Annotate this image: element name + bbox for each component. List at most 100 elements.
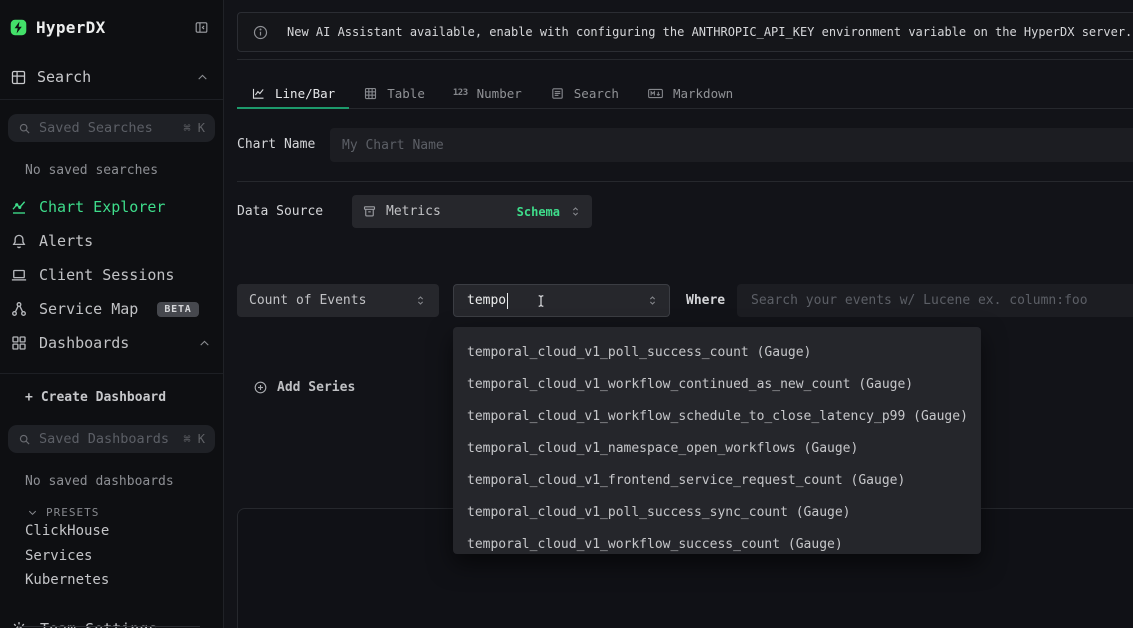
nav-item-label: Dashboards xyxy=(39,334,129,352)
add-series-button[interactable]: Add Series xyxy=(253,380,355,395)
main-content: New AI Assistant available, enable with … xyxy=(224,0,1133,628)
no-saved-searches-text: No saved searches xyxy=(25,163,223,178)
beta-badge: BETA xyxy=(157,302,198,317)
tab-markdown[interactable]: Markdown xyxy=(633,78,747,108)
data-source-value: Metrics xyxy=(386,204,441,219)
preset-item-services[interactable]: Services xyxy=(25,544,223,569)
where-search-input[interactable] xyxy=(737,284,1133,317)
dashboards-icon xyxy=(10,334,28,352)
presets-label: PRESETS xyxy=(46,506,99,519)
banner-text: New AI Assistant available, enable with … xyxy=(287,25,1132,39)
text-caret xyxy=(507,293,508,309)
tab-table[interactable]: Table xyxy=(349,78,439,108)
chart-name-input[interactable] xyxy=(330,128,1133,162)
sidebar-item-alerts[interactable]: Alerts xyxy=(0,224,223,258)
bell-icon xyxy=(10,232,28,250)
sidebar-nav: Chart Explorer Alerts Client Sessions Se… xyxy=(0,190,223,360)
sidebar: HyperDX Search ⌘ K No saved searches xyxy=(0,0,224,628)
metric-option[interactable]: temporal_cloud_v1_poll_success_sync_coun… xyxy=(453,497,981,529)
nav-item-label: Client Sessions xyxy=(39,266,174,284)
tab-label: Table xyxy=(387,86,425,101)
app-root: HyperDX Search ⌘ K No saved searches xyxy=(0,0,1133,628)
metric-option[interactable]: temporal_cloud_v1_workflow_continued_as_… xyxy=(453,369,981,401)
sidebar-item-dashboards[interactable]: Dashboards xyxy=(0,326,223,360)
metric-name-combobox[interactable]: tempo xyxy=(453,284,670,317)
schema-link[interactable]: Schema xyxy=(517,205,560,219)
log-list-icon xyxy=(550,86,565,101)
chart-type-tabs: Line/Bar Table 123 Number Search xyxy=(237,78,1133,109)
section-search-label: Search xyxy=(37,68,91,86)
plus-circle-icon xyxy=(253,380,268,395)
saved-searches-input[interactable] xyxy=(39,120,175,136)
metric-query-text: tempo xyxy=(467,293,506,308)
table-icon xyxy=(363,86,378,101)
plus-icon: + xyxy=(25,390,33,405)
sidebar-divider xyxy=(0,99,223,100)
brand-row: HyperDX xyxy=(10,18,209,37)
presets-toggle[interactable]: PRESETS xyxy=(27,506,223,519)
line-chart-icon xyxy=(251,86,266,101)
grid-icon xyxy=(10,69,27,86)
sidebar-collapse-button[interactable] xyxy=(194,20,209,35)
create-dashboard-button[interactable]: + Create Dashboard xyxy=(25,384,223,411)
tab-line-bar[interactable]: Line/Bar xyxy=(237,78,349,108)
markdown-icon xyxy=(647,86,664,101)
chart-explorer-icon xyxy=(10,198,28,216)
metric-suggestions-dropdown: temporal_cloud_v1_poll_success_count (Ga… xyxy=(453,327,981,554)
sidebar-item-client-sessions[interactable]: Client Sessions xyxy=(0,258,223,292)
tab-search[interactable]: Search xyxy=(536,78,633,108)
tab-label: Markdown xyxy=(673,86,733,101)
tab-label: Number xyxy=(477,86,522,101)
preset-item-kubernetes[interactable]: Kubernetes xyxy=(25,568,223,593)
aggregation-value: Count of Events xyxy=(249,293,366,308)
saved-dashboards-shortcut: ⌘ K xyxy=(183,432,205,446)
preset-item-clickhouse[interactable]: ClickHouse xyxy=(25,519,223,544)
metric-option[interactable]: temporal_cloud_v1_poll_success_count (Ga… xyxy=(453,337,981,369)
tab-label: Search xyxy=(574,86,619,101)
sidebar-divider xyxy=(0,373,223,374)
nav-item-label: Service Map xyxy=(39,300,138,318)
ai-assistant-banner: New AI Assistant available, enable with … xyxy=(237,12,1133,52)
search-icon xyxy=(18,433,31,446)
nav-item-label: Chart Explorer xyxy=(39,198,165,216)
tab-number[interactable]: 123 Number xyxy=(439,78,536,108)
saved-searches-shortcut: ⌘ K xyxy=(183,121,205,135)
chevron-up-icon xyxy=(196,71,209,84)
saved-dashboards-input[interactable] xyxy=(39,431,175,447)
chevron-down-icon xyxy=(27,507,38,518)
hyperdx-logo-icon xyxy=(10,19,27,36)
metric-option[interactable]: temporal_cloud_v1_namespace_open_workflo… xyxy=(453,433,981,465)
saved-searches-searchbox[interactable]: ⌘ K xyxy=(8,114,215,142)
chart-name-label: Chart Name xyxy=(237,128,315,162)
aggregation-select[interactable]: Count of Events xyxy=(237,284,439,317)
create-dashboard-label: Create Dashboard xyxy=(41,390,166,405)
database-icon xyxy=(362,204,377,219)
selector-icon xyxy=(414,294,427,307)
data-source-select[interactable]: Metrics Schema xyxy=(352,195,592,228)
info-icon xyxy=(252,24,269,41)
sidebar-section-search[interactable]: Search xyxy=(10,68,209,86)
selector-icon xyxy=(646,294,659,307)
brand-name: HyperDX xyxy=(36,18,106,37)
divider xyxy=(237,181,1133,182)
where-label: Where xyxy=(686,284,725,317)
service-map-icon xyxy=(10,300,28,318)
metric-option[interactable]: temporal_cloud_v1_workflow_success_count… xyxy=(453,529,981,554)
number-123-icon: 123 xyxy=(453,88,468,98)
chevron-up-icon xyxy=(198,337,211,350)
laptop-icon xyxy=(10,266,28,284)
metric-option[interactable]: temporal_cloud_v1_frontend_service_reque… xyxy=(453,465,981,497)
sidebar-item-chart-explorer[interactable]: Chart Explorer xyxy=(0,190,223,224)
search-icon xyxy=(18,122,31,135)
nav-item-label: Alerts xyxy=(39,232,93,250)
sidebar-bottom-divider xyxy=(18,626,200,627)
add-series-label: Add Series xyxy=(277,380,355,395)
no-saved-dashboards-text: No saved dashboards xyxy=(25,474,223,489)
selector-icon xyxy=(569,205,582,218)
tab-label: Line/Bar xyxy=(275,86,335,101)
metric-option[interactable]: temporal_cloud_v1_workflow_schedule_to_c… xyxy=(453,401,981,433)
divider xyxy=(237,59,1133,60)
sidebar-item-service-map[interactable]: Service Map BETA xyxy=(0,292,223,326)
saved-dashboards-searchbox[interactable]: ⌘ K xyxy=(8,425,215,453)
data-source-label: Data Source xyxy=(237,195,323,228)
